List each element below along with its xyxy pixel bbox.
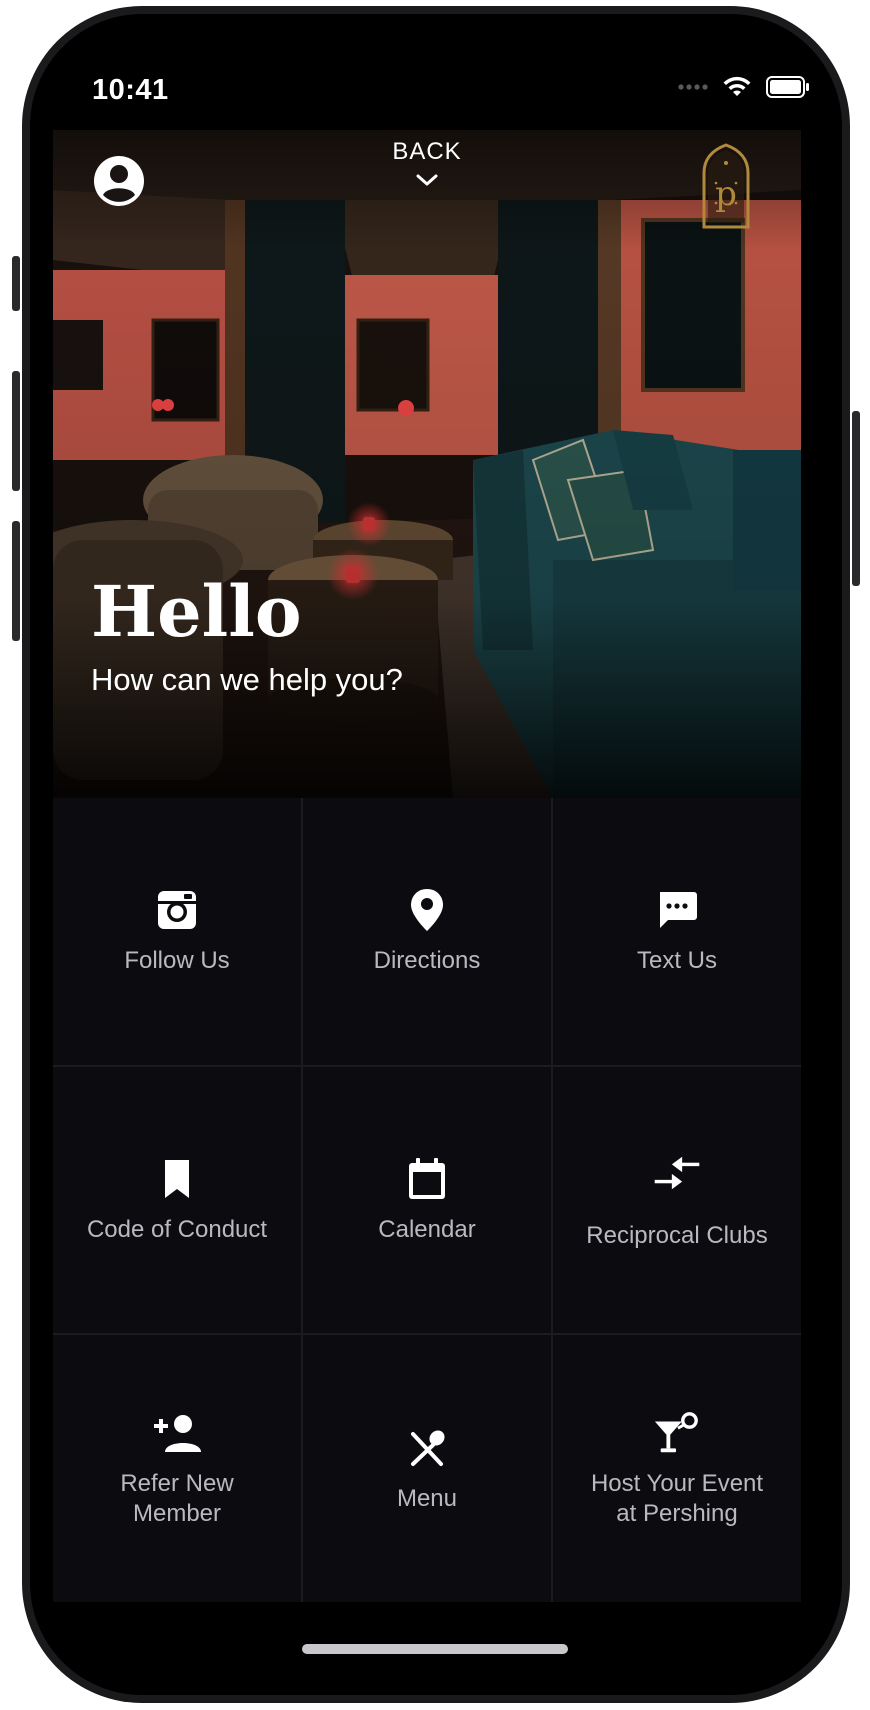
- tile-label: Menu: [396, 1484, 458, 1512]
- code-of-conduct-tile[interactable]: Code of Conduct: [53, 1066, 301, 1334]
- calendar-icon: [409, 1157, 445, 1199]
- status-icons: [678, 76, 810, 98]
- app-screen: BACK p Hello How can we help you? Follow…: [53, 130, 801, 1602]
- top-navigation: BACK p: [53, 130, 801, 229]
- tile-label: Code of Conduct: [86, 1215, 268, 1243]
- back-button[interactable]: BACK: [53, 138, 801, 166]
- calendar-tile[interactable]: Calendar: [303, 1066, 551, 1334]
- signal-icon: [678, 84, 708, 90]
- message-icon: [660, 892, 697, 929]
- power-button: [852, 411, 860, 586]
- host-your-event-tile[interactable]: Host Your Event at Pershing: [553, 1335, 801, 1602]
- volume-down-button: [12, 521, 20, 641]
- wifi-icon: [723, 76, 751, 96]
- tile-label: Refer New Member: [120, 1469, 234, 1527]
- refer-new-member-tile[interactable]: Refer New Member: [53, 1335, 301, 1602]
- menu-tile[interactable]: Menu: [303, 1335, 551, 1602]
- reciprocal-clubs-tile[interactable]: Reciprocal Clubs: [553, 1066, 801, 1334]
- tile-label: Text Us: [636, 947, 717, 975]
- utensils-icon: [411, 1430, 445, 1466]
- instagram-icon: [158, 891, 196, 930]
- mute-switch: [12, 256, 20, 311]
- bookmark-icon: [165, 1159, 189, 1198]
- status-time: 10:41: [92, 74, 169, 106]
- battery-icon: [766, 76, 809, 98]
- status-bar: 10:41: [0, 60, 870, 110]
- tile-label: Directions: [373, 947, 481, 975]
- action-grid: Follow Us Directions Text Us Code of Con…: [53, 798, 801, 1602]
- text-us-tile[interactable]: Text Us: [553, 798, 801, 1065]
- volume-up-button: [12, 371, 20, 491]
- svg-text:p: p: [715, 174, 737, 214]
- home-indicator[interactable]: [302, 1644, 568, 1654]
- chevron-down-icon[interactable]: [412, 170, 442, 190]
- tile-label: Follow Us: [124, 947, 230, 975]
- add-person-icon: [154, 1414, 201, 1452]
- directions-tile[interactable]: Directions: [303, 798, 551, 1065]
- cocktail-icon: [654, 1411, 698, 1452]
- tile-label: Reciprocal Clubs: [586, 1221, 768, 1249]
- follow-us-tile[interactable]: Follow Us: [53, 798, 301, 1065]
- hero-subtitle: How can we help you?: [91, 662, 403, 697]
- pershing-logo[interactable]: p: [701, 143, 751, 229]
- swap-arrows-icon: [654, 1156, 700, 1190]
- tile-label: Calendar: [378, 1215, 476, 1243]
- hero-greeting: Hello: [91, 570, 302, 653]
- hero-banner: BACK p Hello How can we help you?: [53, 130, 801, 798]
- tile-label: Host Your Event at Pershing: [590, 1469, 764, 1527]
- location-pin-icon: [411, 889, 443, 932]
